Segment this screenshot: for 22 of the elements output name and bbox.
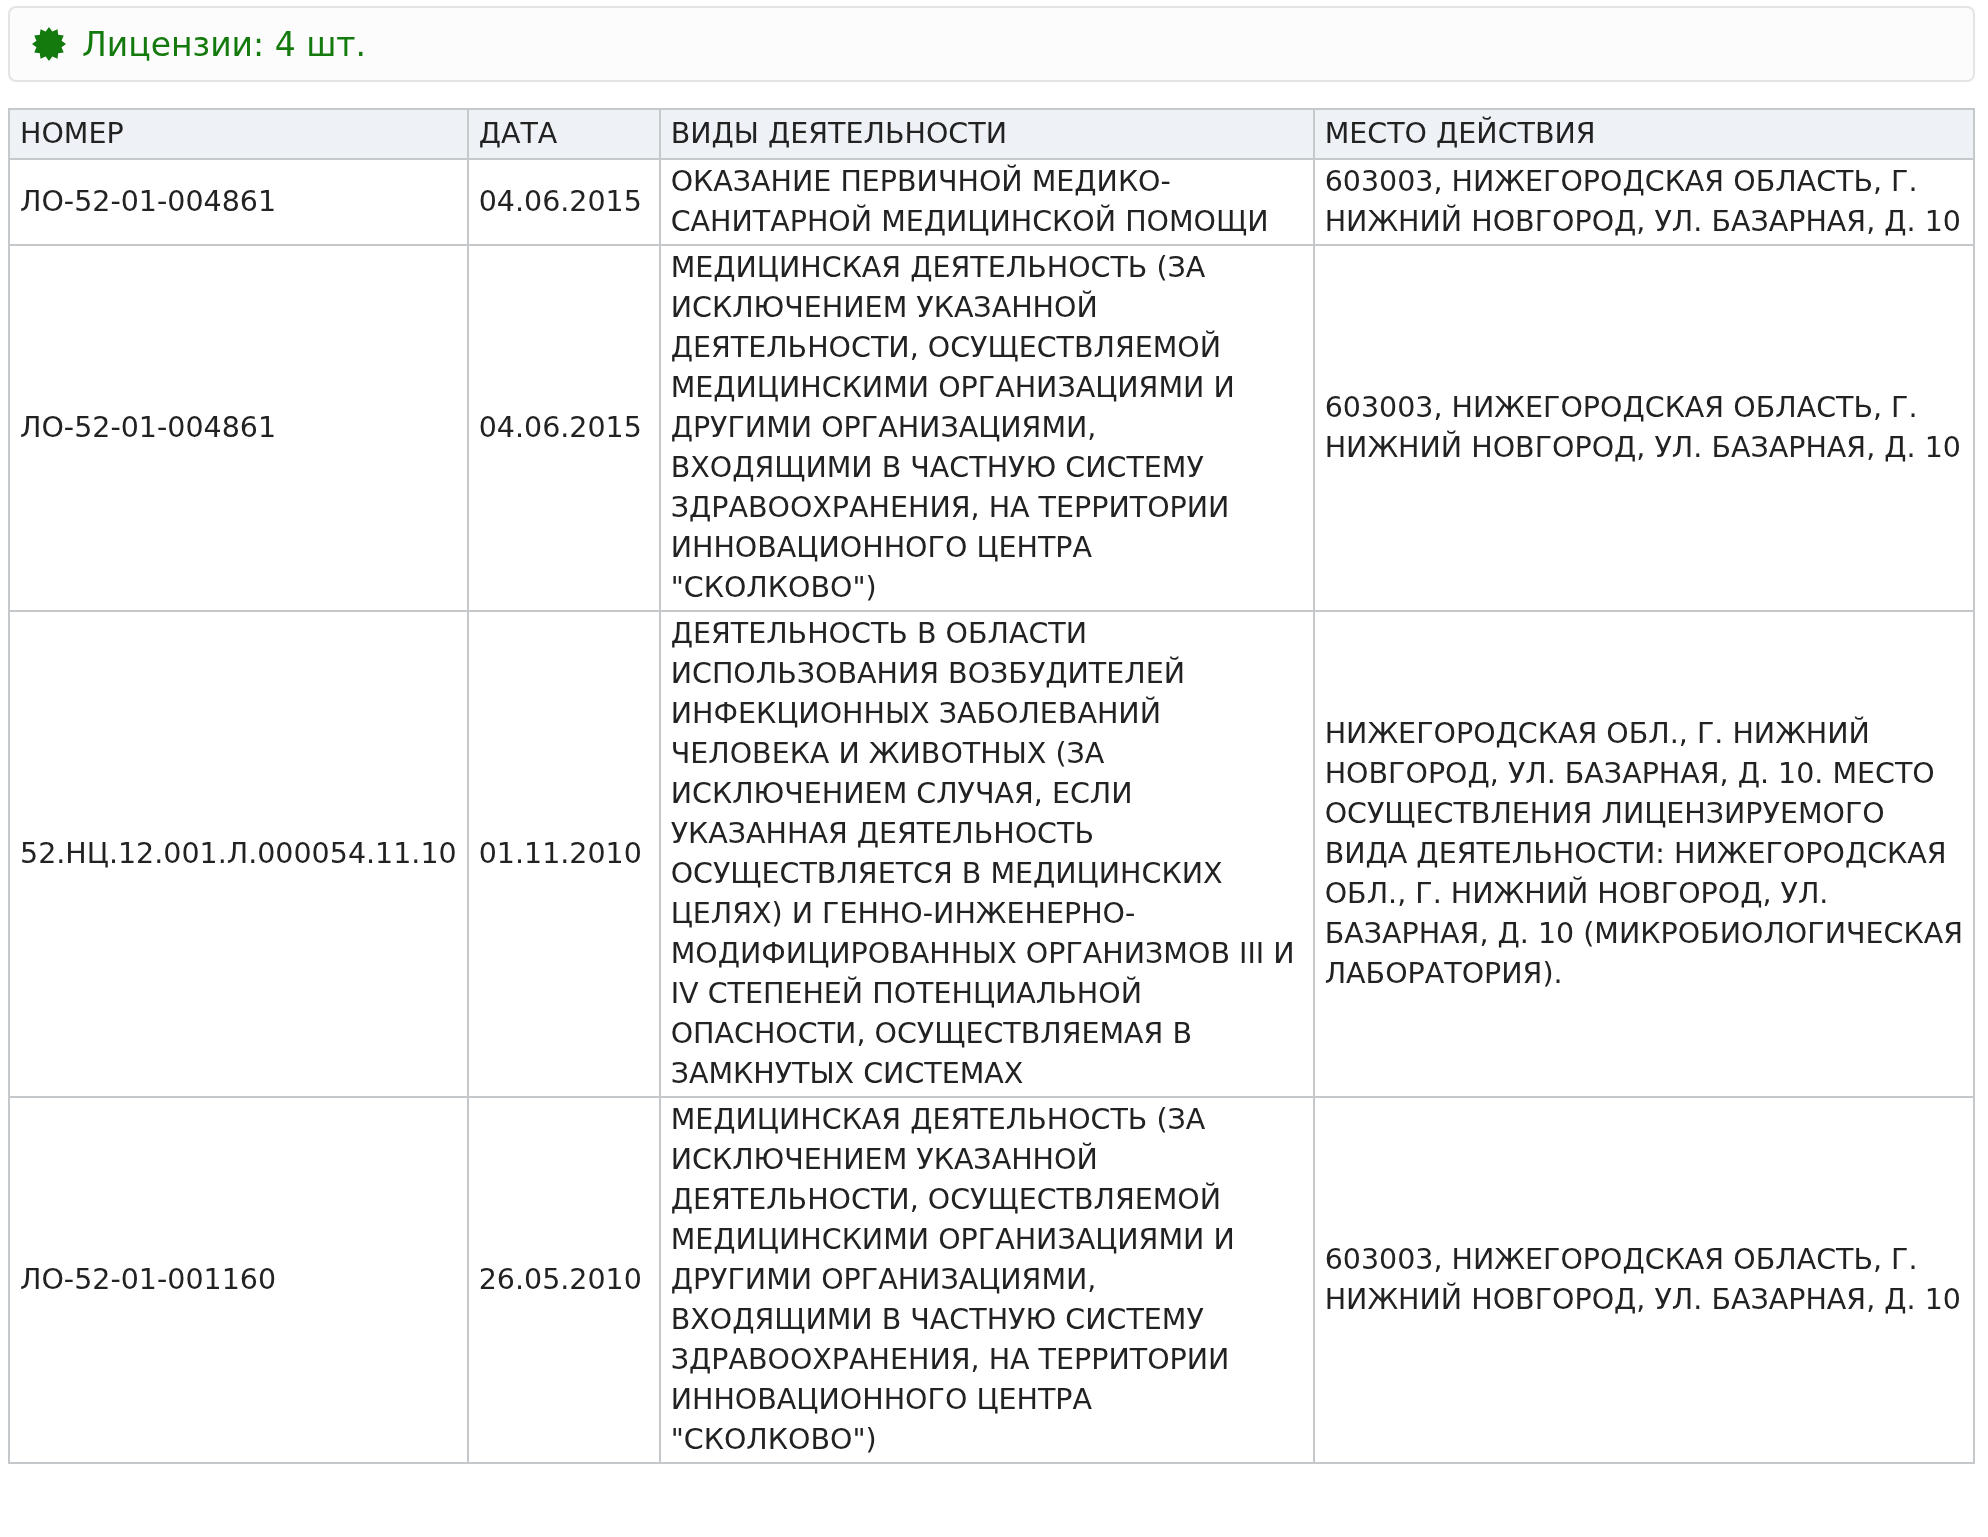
licenses-title: Лицензии: 4 шт. bbox=[82, 24, 367, 64]
table-cell: МЕДИЦИНСКАЯ ДЕЯТЕЛЬНОСТЬ (ЗА ИСКЛЮЧЕНИЕМ УКАЗАННОЙ ДЕЯТЕЛЬНОСТИ, ОСУЩЕСТВЛЯЕМОЙ МЕДИЦИНСКИМИ ОРГАНИЗАЦИЯМИ И ДРУГИМИ ОРГАНИЗАЦИЯМИ, ВХОДЯЩИМИ В ЧАСТНУЮ СИСТЕМУ ЗДРАВООХРАНЕНИЯ, НА ТЕРРИТОРИИ ИННОВАЦИОННОГО ЦЕНТРА "СКОЛКОВО") bbox=[659, 245, 1314, 611]
column-header: НОМЕР bbox=[9, 109, 468, 159]
table-cell: 603003, НИЖЕГОРОДСКАЯ ОБЛАСТЬ, Г. НИЖНИЙ НОВГОРОД, УЛ. БАЗАРНАЯ, Д. 10 bbox=[1313, 159, 1974, 245]
starburst-icon bbox=[32, 27, 66, 61]
table-cell: ЛО-52-01-004861 bbox=[9, 245, 468, 611]
table-cell: 603003, НИЖЕГОРОДСКАЯ ОБЛАСТЬ, Г. НИЖНИЙ НОВГОРОД, УЛ. БАЗАРНАЯ, Д. 10 bbox=[1313, 245, 1974, 611]
table-cell: ЛО-52-01-001160 bbox=[9, 1097, 468, 1463]
column-header: ДАТА bbox=[467, 109, 660, 159]
table-cell: ОКАЗАНИЕ ПЕРВИЧНОЙ МЕДИКО-САНИТАРНОЙ МЕДИЦИНСКОЙ ПОМОЩИ bbox=[659, 159, 1314, 245]
table-cell: 603003, НИЖЕГОРОДСКАЯ ОБЛАСТЬ, Г. НИЖНИЙ НОВГОРОД, УЛ. БАЗАРНАЯ, Д. 10 bbox=[1313, 1097, 1974, 1463]
column-header: ВИДЫ ДЕЯТЕЛЬНОСТИ bbox=[659, 109, 1314, 159]
table-cell: 04.06.2015 bbox=[467, 159, 660, 245]
table-cell: МЕДИЦИНСКАЯ ДЕЯТЕЛЬНОСТЬ (ЗА ИСКЛЮЧЕНИЕМ УКАЗАННОЙ ДЕЯТЕЛЬНОСТИ, ОСУЩЕСТВЛЯЕМОЙ МЕДИЦИНСКИМИ ОРГАНИЗАЦИЯМИ И ДРУГИМИ ОРГАНИЗАЦИЯМИ, ВХОДЯЩИМИ В ЧАСТНУЮ СИСТЕМУ ЗДРАВООХРАНЕНИЯ, НА ТЕРРИТОРИИ ИННОВАЦИОННОГО ЦЕНТРА "СКОЛКОВО") bbox=[659, 1097, 1314, 1463]
table-cell: 26.05.2010 bbox=[467, 1097, 660, 1463]
table-cell: ДЕЯТЕЛЬНОСТЬ В ОБЛАСТИ ИСПОЛЬЗОВАНИЯ ВОЗБУДИТЕЛЕЙ ИНФЕКЦИОННЫХ ЗАБОЛЕВАНИЙ ЧЕЛОВЕКА И ЖИВОТНЫХ (ЗА ИСКЛЮЧЕНИЕМ СЛУЧАЯ, ЕСЛИ УКАЗАННАЯ ДЕЯТЕЛЬНОСТЬ ОСУЩЕСТВЛЯЕТСЯ В МЕДИЦИНСКИХ ЦЕЛЯХ) И ГЕННО-ИНЖЕНЕРНО-МОДИФИЦИРОВАННЫХ ОРГАНИЗМОВ III И IV СТЕПЕНЕЙ ПОТЕНЦИАЛЬНОЙ ОПАСНОСТИ, ОСУЩЕСТВЛЯЕМАЯ В ЗАМКНУТЫХ СИСТЕМАХ bbox=[659, 611, 1314, 1097]
table-cell: 04.06.2015 bbox=[467, 245, 660, 611]
table-cell: НИЖЕГОРОДСКАЯ ОБЛ., Г. НИЖНИЙ НОВГОРОД, УЛ. БАЗАРНАЯ, Д. 10. МЕСТО ОСУЩЕСТВЛЕНИЯ ЛИЦЕНЗИРУЕМОГО ВИДА ДЕЯТЕЛЬНОСТИ: НИЖЕГОРОДСКАЯ ОБЛ., Г. НИЖНИЙ НОВГОРОД, УЛ. БАЗАРНАЯ, Д. 10 (МИКРОБИОЛОГИЧЕСКАЯ ЛАБОРАТОРИЯ). bbox=[1313, 611, 1974, 1097]
table-cell: 01.11.2010 bbox=[467, 611, 660, 1097]
table-cell: 52.НЦ.12.001.Л.000054.11.10 bbox=[9, 611, 468, 1097]
table-cell: ЛО-52-01-004861 bbox=[9, 159, 468, 245]
column-header: МЕСТО ДЕЙСТВИЯ bbox=[1313, 109, 1974, 159]
